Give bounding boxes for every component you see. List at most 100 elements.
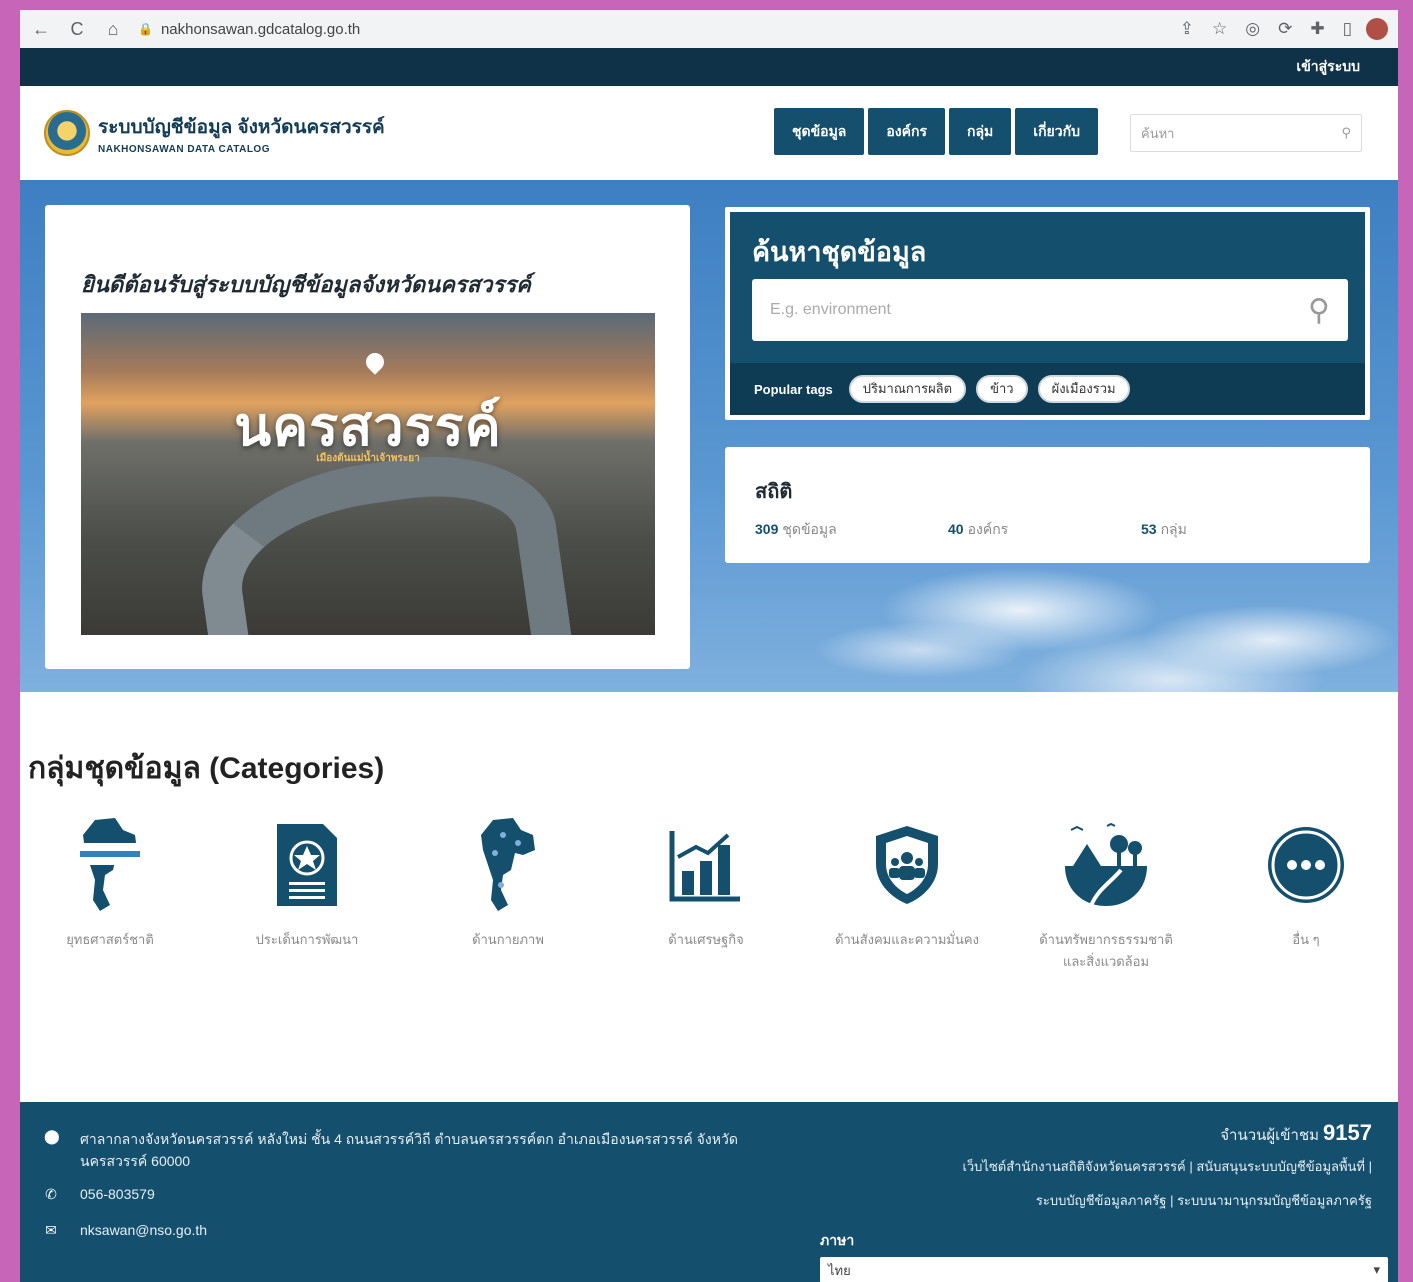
envelope-icon: ✉ [45, 1222, 57, 1238]
stats-title: สถิติ [755, 481, 793, 503]
top-strip: เข้าสู่ระบบ [20, 48, 1398, 86]
category-label: อื่น ๆ [1292, 932, 1320, 947]
footer-address-text: ศาลากลางจังหวัดนครสวรรค์ หลังใหม่ ชั้น 4… [80, 1131, 738, 1169]
stats-card: สถิติ 309 ชุดข้อมูล 40 องค์กร 53 กลุ่ม [725, 447, 1370, 563]
footer-phone: ✆ 056-803579 [44, 1186, 155, 1203]
category-label: ยุทธศาสตร์ชาติ [66, 932, 154, 947]
welcome-heading: ยินดีต้อนรับสู่ระบบบัญชีข้อมูลจังหวัดนคร… [81, 272, 531, 297]
star-icon[interactable]: ☆ [1212, 19, 1227, 39]
search-icon[interactable]: ⚲ [1341, 125, 1351, 141]
language-select[interactable]: ไทย ▾ [820, 1257, 1388, 1282]
sync-icon[interactable]: ⟳ [1278, 19, 1292, 39]
popular-tags-label: Popular tags [754, 381, 833, 397]
nav-groups[interactable]: กลุ่ม [949, 108, 1012, 155]
tag-city-plan[interactable]: ผังเมืองรวม [1037, 375, 1130, 403]
category-environment[interactable]: ด้านทรัพยากรธรรมชาติ และสิ่งแวดล้อม [1016, 815, 1196, 973]
browser-toolbar: ← C ⌂ 🔒 nakhonsawan.gdcatalog.go.th ⇪ ☆ … [20, 10, 1398, 48]
province-seal-logo[interactable] [44, 110, 90, 156]
login-link[interactable]: เข้าสู่ระบบ [1296, 56, 1360, 78]
dataset-search-input[interactable]: E.g. environment ⚲ [752, 279, 1348, 341]
category-label: ประเด็นการพัฒนา [255, 932, 359, 947]
stat-groups-count: 53 [1141, 521, 1157, 537]
thailand-flag-map-icon [20, 815, 200, 915]
category-economy[interactable]: ด้านเศรษฐกิจ [616, 815, 796, 951]
search-icon[interactable]: ⚲ [1308, 293, 1330, 328]
environment-icon [1016, 815, 1196, 915]
language-value: ไทย [828, 1262, 851, 1278]
category-label: ด้านสังคมและความมั่นคง [835, 932, 979, 947]
stat-organizations-count: 40 [948, 521, 964, 537]
stat-groups-label: กลุ่ม [1160, 521, 1187, 537]
stat-groups[interactable]: 53 กลุ่ม [1141, 519, 1187, 541]
hero-section: ยินดีต้อนรับสู่ระบบบัญชีข้อมูลจังหวัดนคร… [20, 180, 1398, 692]
language-label: ภาษา [820, 1232, 855, 1248]
share-icon[interactable]: ⇪ [1180, 19, 1194, 39]
people-shield-icon [817, 815, 997, 915]
footer-address: ⬤ ศาลากลางจังหวัดนครสวรรค์ หลังใหม่ ชั้น… [44, 1128, 804, 1172]
brand[interactable]: ระบบบัญชีข้อมูล จังหวัดนครสวรรค์ NAKHONS… [98, 112, 385, 155]
lock-icon: 🔒 [138, 22, 153, 36]
profile-avatar[interactable] [1366, 18, 1388, 40]
footer-email-link[interactable]: nksawan@nso.go.th [80, 1222, 207, 1239]
category-label: ด้านทรัพยากรธรรมชาติ และสิ่งแวดล้อม [1016, 929, 1196, 973]
tag-rice[interactable]: ข้าว [976, 375, 1028, 403]
footer-links-row1[interactable]: เว็บไซต์สำนักงานสถิติจังหวัดนครสวรรค์ | … [962, 1150, 1372, 1184]
stat-organizations[interactable]: 40 องค์กร [948, 519, 1008, 541]
thailand-map-icon [418, 815, 598, 915]
brand-title-en: NAKHONSAWAN DATA CATALOG [98, 143, 270, 155]
dataset-search-placeholder: E.g. environment [770, 301, 891, 318]
nav-organizations[interactable]: องค์กร [868, 108, 945, 155]
category-society-security[interactable]: ด้านสังคมและความมั่นคง [817, 815, 997, 951]
dropdown-arrow-icon: ▾ [1373, 1262, 1380, 1277]
home-icon[interactable]: ⌂ [102, 19, 124, 40]
document-emblem-icon [217, 815, 397, 915]
popular-tags: Popular tags ปริมาณการผลิต ข้าว ผังเมือง… [730, 363, 1365, 415]
puzzle-icon[interactable]: ✚ [1310, 19, 1324, 39]
visits-count: 9157 [1323, 1120, 1372, 1145]
stat-organizations-label: องค์กร [967, 521, 1009, 537]
visits-label: จำนวนผู้เข้าชม [1220, 1127, 1320, 1144]
category-label: ด้านกายภาพ [472, 932, 544, 947]
browser-window: ← C ⌂ 🔒 nakhonsawan.gdcatalog.go.th ⇪ ☆ … [20, 10, 1398, 1282]
visit-counter: จำนวนผู้เข้าชม 9157 [1220, 1120, 1372, 1147]
site-footer: ⬤ ศาลากลางจังหวัดนครสวรรค์ หลังใหม่ ชั้น… [20, 1102, 1398, 1282]
footer-links: เว็บไซต์สำนักงานสถิติจังหวัดนครสวรรค์ | … [962, 1150, 1372, 1218]
nav-datasets[interactable]: ชุดข้อมูล [774, 108, 865, 155]
header-search-input[interactable]: ค้นหา ⚲ [1130, 114, 1362, 152]
footer-phone-text: 056-803579 [80, 1186, 155, 1202]
nav-about[interactable]: เกี่ยวกับ [1015, 108, 1098, 155]
category-physical[interactable]: ด้านกายภาพ [418, 815, 598, 951]
camera-icon[interactable]: ◎ [1245, 19, 1260, 39]
more-icon [1216, 815, 1396, 915]
categories-heading: กลุ่มชุดข้อมูล (Categories) [28, 752, 385, 785]
back-icon[interactable]: ← [30, 19, 52, 40]
dataset-search-card: ค้นหาชุดข้อมูล E.g. environment ⚲ Popula… [725, 207, 1370, 420]
stat-datasets-label: ชุดข้อมูล [782, 521, 837, 537]
tag-production[interactable]: ปริมาณการผลิต [848, 375, 967, 403]
extension-icons: ⇪ ☆ ◎ ⟳ ✚ ▯ [1180, 19, 1352, 39]
search-card-title: ค้นหาชุดข้อมูล [752, 237, 927, 267]
stat-datasets-count: 309 [755, 521, 779, 537]
footer-links-row2[interactable]: ระบบบัญชีข้อมูลภาครัฐ | ระบบนามานุกรมบัญ… [962, 1184, 1372, 1218]
hero-image: นครสวรรค์ เมืองต้นแม่น้ำเจ้าพระยา [81, 313, 655, 635]
footer-email: ✉ nksawan@nso.go.th [44, 1222, 207, 1239]
category-label: ด้านเศรษฐกิจ [668, 932, 744, 947]
sidepanel-icon[interactable]: ▯ [1343, 19, 1352, 39]
bar-chart-icon [616, 815, 796, 915]
address-bar[interactable]: 🔒 nakhonsawan.gdcatalog.go.th [138, 21, 1166, 38]
url-text: nakhonsawan.gdcatalog.go.th [160, 20, 361, 38]
categories-grid: ยุทธศาสตร์ชาติ ประเด็นการพัฒนา ด้านกายภา… [20, 815, 1398, 995]
reload-icon[interactable]: C [66, 19, 88, 40]
stat-datasets[interactable]: 309 ชุดข้อมูล [755, 519, 837, 541]
category-others[interactable]: อื่น ๆ [1216, 815, 1396, 951]
category-label-line2: และสิ่งแวดล้อม [1062, 954, 1150, 969]
site-header: ระบบบัญชีข้อมูล จังหวัดนครสวรรค์ NAKHONS… [20, 86, 1398, 180]
hero-image-subtitle: เมืองต้นแม่น้ำเจ้าพระยา [316, 453, 420, 464]
category-development-issues[interactable]: ประเด็นการพัฒนา [217, 815, 397, 951]
category-national-strategy[interactable]: ยุทธศาสตร์ชาติ [20, 815, 200, 951]
main-nav: ชุดข้อมูล องค์กร กลุ่ม เกี่ยวกับ [774, 108, 1098, 155]
map-marker-icon: ⬤ [44, 1128, 60, 1144]
phone-icon: ✆ [45, 1186, 57, 1202]
location-pin-icon [362, 349, 388, 375]
category-label-line1: ด้านทรัพยากรธรรมชาติ [1039, 932, 1173, 947]
